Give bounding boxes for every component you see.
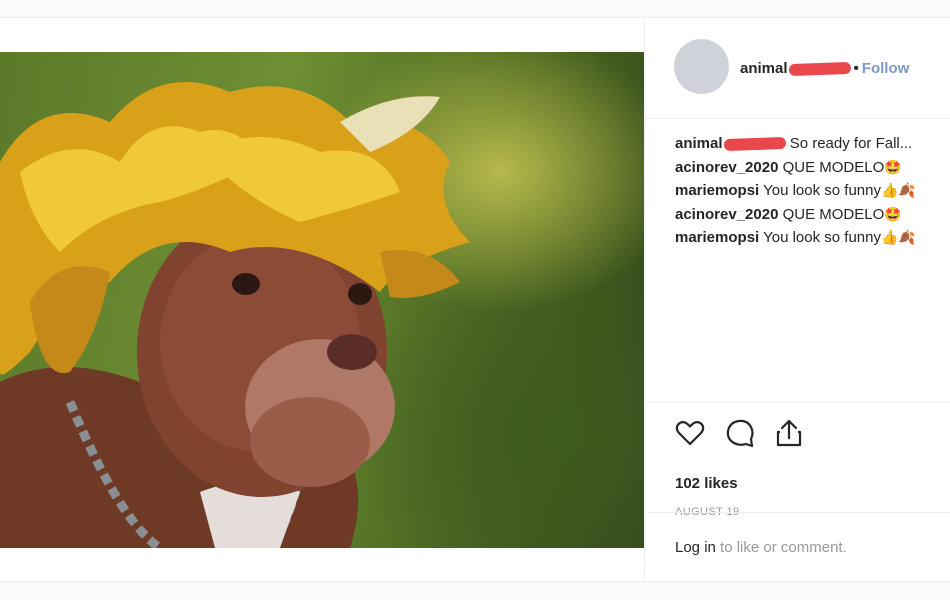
star-struck-emoji: 🤩	[884, 205, 902, 222]
login-prompt-text: Log in to like or comment.	[675, 539, 847, 556]
comment-icon[interactable]	[724, 417, 756, 449]
post-header: animal • Follow	[645, 18, 950, 119]
post-sidebar: animal • Follow animal So ready for Fall..…	[644, 18, 950, 581]
post-card: animal • Follow animal So ready for Fall..…	[0, 17, 950, 582]
comment-username[interactable]: mariemopsi	[675, 182, 759, 199]
login-link[interactable]: Log in	[675, 539, 716, 556]
comment-username[interactable]: acinorev_2020	[675, 206, 778, 223]
dog-photo-illustration	[0, 82, 470, 548]
comment-item: acinorev_2020 QUE MODELO🤩	[675, 156, 950, 180]
comment-username[interactable]: animal	[675, 135, 723, 152]
thumbs-up-emoji: 👍🍂	[880, 182, 916, 198]
thumbs-up-emoji: 👍🍂	[880, 229, 916, 245]
redaction-mark	[723, 136, 786, 152]
like-count[interactable]: 102 likes	[675, 475, 738, 492]
comment-username[interactable]: acinorev_2020	[675, 159, 778, 176]
comment-text: QUE MODELO	[782, 205, 885, 223]
comment-item: mariemopsi You look so funny👍🍂	[675, 179, 950, 203]
post-author: animal • Follow	[740, 60, 909, 77]
comment-item: acinorev_2020 QUE MODELO🤩	[675, 203, 950, 227]
redaction-mark	[788, 61, 851, 77]
comment-item: mariemopsi You look so funny👍🍂	[675, 226, 950, 250]
comment-text: QUE MODELO	[782, 158, 885, 176]
caption: animal So ready for Fall...	[675, 133, 950, 156]
author-username[interactable]: animal	[740, 60, 788, 77]
comment-text: You look so funny	[763, 182, 881, 199]
separator-dot: •	[853, 60, 859, 77]
comment-list: animal So ready for Fall... acinorev_202…	[675, 133, 950, 250]
share-icon[interactable]	[773, 417, 805, 449]
comment-text: So ready for Fall...	[789, 135, 913, 152]
follow-button[interactable]: Follow	[862, 60, 910, 77]
heart-icon[interactable]	[674, 417, 706, 449]
comment-text: You look so funny	[763, 229, 881, 246]
post-photo[interactable]	[0, 52, 644, 548]
comment-username[interactable]: mariemopsi	[675, 229, 759, 246]
avatar[interactable]	[674, 39, 729, 94]
login-prompt: Log in to like or comment.	[645, 512, 950, 582]
login-suffix: to like or comment.	[715, 539, 847, 556]
star-struck-emoji: 🤩	[884, 158, 902, 175]
